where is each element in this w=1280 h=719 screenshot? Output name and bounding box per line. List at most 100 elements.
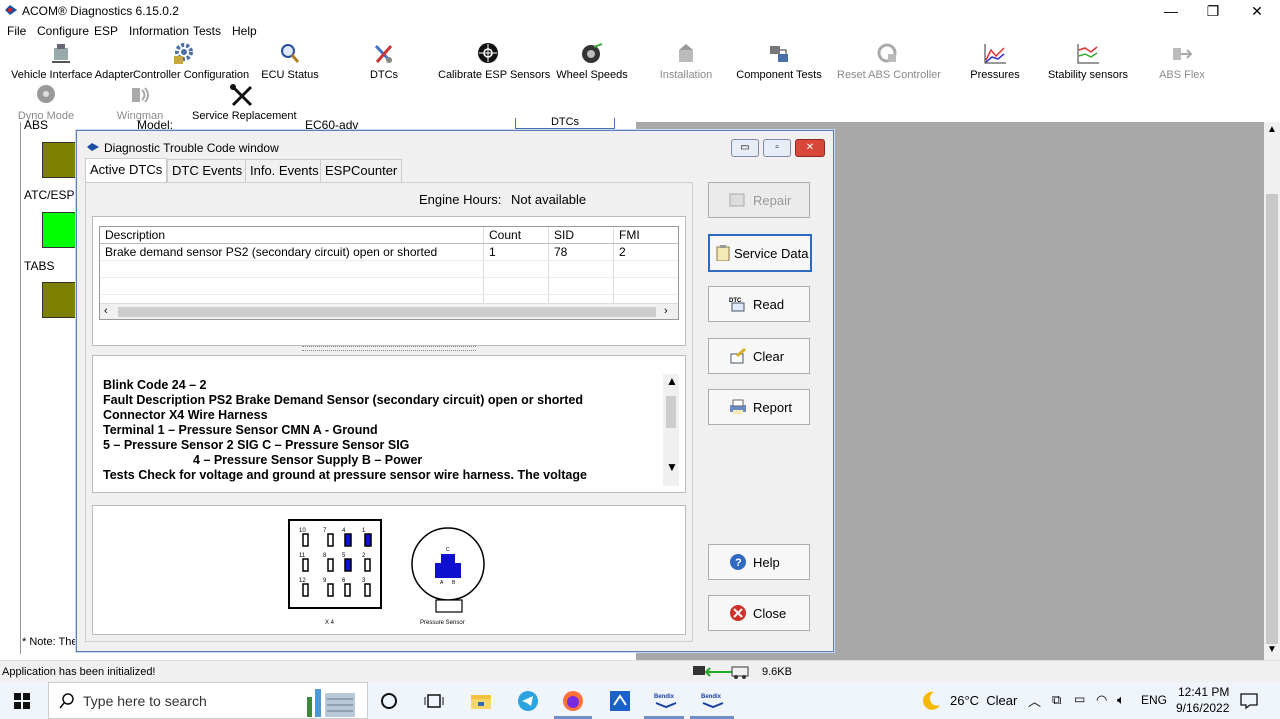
- table-header-row: Description Count SID FMI: [100, 227, 678, 244]
- toolbar-controller-configuration[interactable]: Controller Configuration: [133, 42, 249, 81]
- weather-text[interactable]: 26°C Clear: [950, 693, 1017, 708]
- toolbar-wheel-speeds[interactable]: Wheel Speeds: [542, 42, 642, 81]
- menu-esp[interactable]: ESP: [94, 24, 118, 38]
- windows-start-icon[interactable]: [14, 693, 30, 709]
- cell-description: Brake demand sensor PS2 (secondary circu…: [100, 243, 484, 261]
- scroll-right-icon[interactable]: ›: [664, 305, 668, 317]
- atc-esp-status-indicator: [42, 212, 78, 248]
- toolbar-reset-abs-controller[interactable]: Reset ABS Controller: [837, 42, 941, 81]
- table-row: [100, 260, 678, 278]
- menu-information[interactable]: Information: [129, 24, 189, 38]
- bendix-icon[interactable]: Bendix: [700, 691, 726, 711]
- details-scroll-up-icon[interactable]: ▲: [666, 374, 678, 388]
- menu-file[interactable]: File: [7, 24, 26, 38]
- col-sid[interactable]: SID: [548, 227, 614, 244]
- notifications-icon[interactable]: [1240, 692, 1258, 710]
- hscroll-thumb[interactable]: [118, 307, 656, 317]
- status-bar: Application has been initialized! 9.6KB: [0, 660, 1280, 683]
- menu-tests[interactable]: Tests: [193, 24, 221, 38]
- col-fmi[interactable]: FMI: [613, 227, 678, 244]
- toolbar-service-replacement[interactable]: Service Replacement: [192, 84, 297, 122]
- battery-icon[interactable]: ▭: [1074, 692, 1085, 706]
- task-view-icon[interactable]: [424, 692, 444, 710]
- dialog-restore-button[interactable]: ▫: [763, 139, 791, 157]
- toolbar-dyno-mode[interactable]: Dyno Mode: [0, 84, 96, 122]
- close-button[interactable]: Close: [708, 595, 810, 631]
- toolbar-ecu-status[interactable]: ECU Status: [240, 42, 340, 81]
- pin-label: 11: [299, 553, 306, 559]
- col-count[interactable]: Count: [483, 227, 549, 244]
- file-explorer-icon[interactable]: [470, 691, 492, 711]
- search-box[interactable]: Type here to search: [48, 682, 368, 719]
- report-button[interactable]: Report: [708, 389, 810, 425]
- details-scroll-down-icon[interactable]: ▼: [666, 460, 678, 474]
- atc-esp-label: ATC/ESP: [24, 188, 75, 202]
- table-hscrollbar[interactable]: ‹ ›: [100, 303, 678, 319]
- dialog-close-button[interactable]: ✕: [795, 139, 825, 157]
- firefox-icon[interactable]: [562, 690, 584, 712]
- toolbar-pressures[interactable]: Pressures: [945, 42, 1045, 81]
- bendix-icon[interactable]: Bendix: [653, 691, 679, 711]
- clock-time[interactable]: 12:41 PM: [1178, 685, 1229, 699]
- wifi-icon[interactable]: ◠: [1096, 692, 1107, 708]
- close-window-button[interactable]: ✕: [1236, 0, 1278, 22]
- main-scrollbar[interactable]: ▲ ▼: [1264, 122, 1280, 660]
- dtc-details-text: Blink Code 24 – 2 Fault Description PS2 …: [103, 378, 663, 488]
- detail-line: Tests Check for voltage and ground at pr…: [103, 468, 587, 482]
- restore-button[interactable]: ❐: [1192, 0, 1234, 22]
- meet-now-icon[interactable]: ⧉: [1052, 692, 1061, 708]
- details-scrollbar[interactable]: ▲ ▼: [663, 374, 679, 486]
- tab-active-dtcs[interactable]: Active DTCs: [85, 158, 168, 183]
- toolbar-abs-flex[interactable]: ABS Flex: [1132, 42, 1232, 81]
- minimize-button[interactable]: —: [1150, 0, 1192, 22]
- connection-icon: [693, 666, 749, 679]
- menu-help[interactable]: Help: [232, 24, 257, 38]
- target-icon: [478, 43, 498, 63]
- toolbar-component-tests[interactable]: Component Tests: [729, 42, 829, 81]
- table-row[interactable]: Brake demand sensor PS2 (secondary circu…: [100, 243, 678, 261]
- detail-line: 4 – Pressure Sensor Supply B – Power: [193, 453, 423, 467]
- wingman-icon: [132, 87, 149, 103]
- search-icon: [59, 693, 74, 709]
- telegram-icon[interactable]: [517, 690, 539, 712]
- wheel-icon: [582, 43, 603, 63]
- scroll-up-icon[interactable]: ▲: [1267, 124, 1277, 135]
- col-description[interactable]: Description: [100, 227, 484, 244]
- app-share-icon[interactable]: [609, 690, 631, 712]
- read-button[interactable]: DTC Read: [708, 286, 810, 322]
- clear-button[interactable]: Clear: [708, 338, 810, 374]
- volume-icon[interactable]: 🔈︎: [1117, 692, 1125, 708]
- clock-date[interactable]: 9/16/2022: [1176, 701, 1229, 715]
- toolbar-calibrate-esp-sensors[interactable]: Calibrate ESP Sensors: [438, 42, 550, 81]
- detail-line: Blink Code 24 – 2: [103, 378, 207, 392]
- splitter-handle[interactable]: [302, 346, 476, 351]
- toolbar-vehicle-interface-adapter[interactable]: Vehicle Interface Adapter: [11, 42, 133, 81]
- language-indicator[interactable]: ENG: [1141, 693, 1167, 707]
- dtc-table-panel: Description Count SID FMI Brake demand s…: [92, 216, 686, 346]
- toolbar-installation[interactable]: Installation: [636, 42, 736, 81]
- cortana-icon[interactable]: [380, 692, 398, 710]
- repair-button[interactable]: Repair: [708, 182, 810, 218]
- dialog-minimize-button[interactable]: ▭: [731, 139, 759, 157]
- sensor-pin-label: C: [446, 547, 450, 553]
- svg-text:Bendix: Bendix: [701, 694, 722, 700]
- scroll-left-icon[interactable]: ‹: [104, 305, 108, 317]
- tab-info-events[interactable]: Info. Events: [245, 159, 324, 182]
- toolbar-wingman[interactable]: Wingman: [90, 84, 190, 122]
- flex-icon: [1173, 48, 1193, 60]
- service-data-button[interactable]: Service Data: [708, 234, 812, 272]
- note-text: * Note: The: [22, 636, 78, 648]
- engine-hours-value: Not available: [511, 192, 587, 207]
- scroll-thumb[interactable]: [1266, 194, 1278, 644]
- cell-count: 1: [483, 243, 549, 261]
- chevron-up-icon[interactable]: ︿: [1028, 691, 1041, 710]
- tab-espcounter[interactable]: ESPCounter: [320, 159, 403, 182]
- scroll-down-icon[interactable]: ▼: [1267, 644, 1277, 655]
- details-scroll-thumb[interactable]: [666, 396, 676, 428]
- background-dtcs-button[interactable]: DTCs: [515, 117, 615, 129]
- tab-dtc-events[interactable]: DTC Events: [167, 159, 248, 182]
- toolbar-dtcs[interactable]: DTCs: [334, 42, 434, 81]
- menu-configure[interactable]: Configure: [37, 24, 89, 38]
- toolbar-stability-sensors[interactable]: Stability sensors: [1038, 42, 1138, 81]
- help-button[interactable]: ? Help: [708, 544, 810, 580]
